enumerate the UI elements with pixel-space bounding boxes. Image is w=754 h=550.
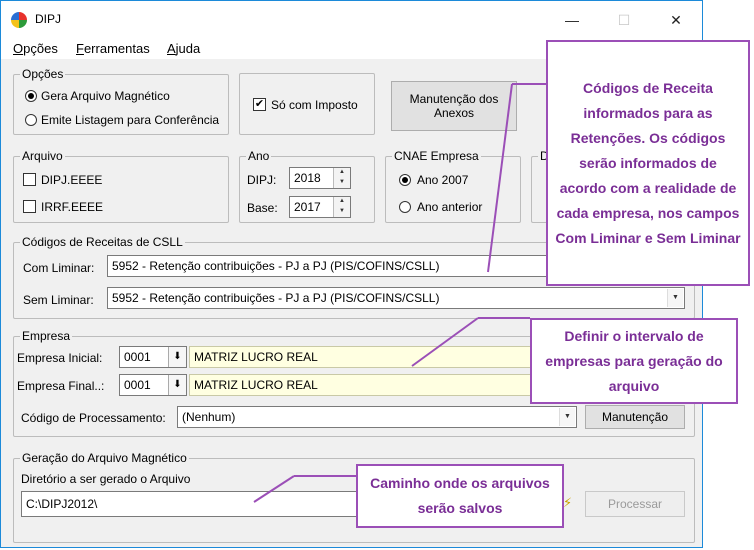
empresa-inicial-label: Empresa Inicial:	[17, 351, 103, 365]
radio-emite-listagem[interactable]	[25, 114, 37, 126]
cnae-legend: CNAE Empresa	[394, 149, 479, 163]
manutencao-anexos-button[interactable]: Manutenção dos Anexos	[391, 81, 517, 131]
radio-emite-listagem-label[interactable]: Emite Listagem para Conferência	[41, 113, 219, 127]
so-com-imposto-label[interactable]: Só com Imposto	[271, 98, 358, 112]
ano-base-value: 2017	[294, 200, 321, 214]
ano-dipj-label: DIPJ:	[247, 173, 277, 187]
ano-dipj-value: 2018	[294, 171, 321, 185]
diretorio-label: Diretório a ser gerado o Arquivo	[21, 472, 191, 486]
radio-gera-arquivo-label[interactable]: Gera Arquivo Magnético	[41, 89, 170, 103]
empresa-inicial-code-value: 0001	[124, 350, 151, 364]
lookup-arrow-icon[interactable]: ⬇	[168, 347, 186, 367]
checkbox-irrf[interactable]	[23, 200, 36, 213]
sem-liminar-value: 5952 - Retenção contribuições - PJ a PJ …	[112, 291, 440, 305]
ano-legend: Ano	[248, 149, 270, 163]
lookup-arrow-icon[interactable]: ⬇	[168, 375, 186, 395]
opcoes-legend: Opções	[22, 67, 64, 81]
checkbox-icon[interactable]: ✔	[253, 98, 266, 111]
callout-intervalo-empresas: Definir o intervalo de empresas para ger…	[530, 318, 738, 404]
spin-icon[interactable]: ▲ ▼	[333, 197, 350, 217]
checkbox-dipj[interactable]	[23, 173, 36, 186]
radio-ano-anterior[interactable]	[399, 201, 411, 213]
manutencao-anexos-line2: Anexos	[433, 106, 475, 120]
processar-button[interactable]: Processar	[585, 491, 685, 517]
com-liminar-value: 5952 - Retenção contribuições - PJ a PJ …	[112, 259, 440, 273]
window-title: DIPJ	[35, 12, 62, 26]
spin-icon[interactable]: ▲ ▼	[333, 168, 350, 188]
radio-ano-2007-label[interactable]: Ano 2007	[417, 173, 468, 187]
empresa-legend: Empresa	[22, 329, 71, 343]
dropdown-icon[interactable]: ▼	[667, 289, 683, 307]
dropdown-icon[interactable]: ▼	[559, 408, 575, 426]
com-liminar-label: Com Liminar:	[23, 261, 95, 275]
callout-caminho: Caminho onde os arquivos serão salvos	[356, 464, 564, 528]
empresa-inicial-code[interactable]: 0001 ⬇	[119, 346, 187, 368]
title-bar: DIPJ — ☐ ✕	[1, 1, 702, 37]
menu-ferramentas[interactable]: Ferramentas	[76, 41, 150, 56]
ano-dipj-spinner[interactable]: 2018 ▲ ▼	[289, 167, 351, 189]
checkbox-dipj-label[interactable]: DIPJ.EEEE	[41, 173, 102, 187]
ano-base-label: Base:	[247, 201, 278, 215]
ano-base-spinner[interactable]: 2017 ▲ ▼	[289, 196, 351, 218]
csll-legend: Códigos de Receitas de CSLL	[22, 235, 183, 249]
app-icon	[11, 12, 27, 28]
sem-liminar-select[interactable]: 5952 - Retenção contribuições - PJ a PJ …	[107, 287, 685, 309]
codigo-processamento-value: (Nenhum)	[182, 410, 236, 424]
manutencao-button[interactable]: Manutenção	[585, 405, 685, 429]
radio-gera-arquivo[interactable]	[25, 90, 37, 102]
checkbox-irrf-label[interactable]: IRRF.EEEE	[41, 200, 103, 214]
codigo-processamento-select[interactable]: (Nenhum) ▼	[177, 406, 577, 428]
menu-ajuda[interactable]: Ajuda	[167, 41, 200, 56]
close-button[interactable]: ✕	[653, 5, 699, 35]
empresa-final-code-value: 0001	[124, 378, 151, 392]
empresa-final-label: Empresa Final..:	[17, 379, 105, 393]
menu-opcoes[interactable]: Opções	[13, 41, 58, 56]
manutencao-anexos-line1: Manutenção dos	[409, 92, 499, 106]
sem-liminar-label: Sem Liminar:	[23, 293, 94, 307]
folder-icon[interactable]: ⚡	[563, 495, 579, 511]
radio-ano-2007[interactable]	[399, 174, 411, 186]
codigo-processamento-label: Código de Processamento:	[21, 411, 166, 425]
geracao-legend: Geração do Arquivo Magnético	[22, 451, 187, 465]
radio-ano-anterior-label[interactable]: Ano anterior	[417, 200, 482, 214]
empresa-final-code[interactable]: 0001 ⬇	[119, 374, 187, 396]
minimize-button[interactable]: —	[549, 5, 595, 35]
arquivo-legend: Arquivo	[22, 149, 63, 163]
maximize-button: ☐	[617, 12, 631, 28]
callout-codigos-receita: Códigos de Receita informados para as Re…	[546, 40, 750, 286]
